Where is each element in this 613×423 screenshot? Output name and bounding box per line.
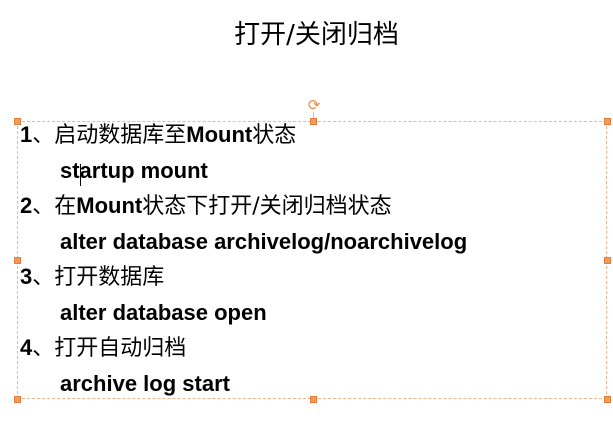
step-text: 打开自动归档 bbox=[54, 336, 187, 361]
step-1-line: 1、启动数据库至Mount状态 bbox=[20, 120, 296, 150]
step-text: 状态下打开/关闭归档状态 bbox=[142, 194, 392, 219]
step-separator: 、 bbox=[32, 336, 55, 361]
resize-handle-bottom-middle[interactable] bbox=[310, 396, 317, 403]
resize-handle-bottom-right[interactable] bbox=[604, 396, 611, 403]
step-number: 4 bbox=[20, 335, 33, 360]
step-2-command: alter database archivelog/noarchivelog bbox=[60, 229, 468, 254]
text-caret bbox=[80, 164, 81, 186]
step-text: 在 bbox=[54, 194, 77, 219]
step-text: 状态 bbox=[252, 123, 297, 148]
step-text-bold: Mount bbox=[186, 122, 253, 147]
step-text: 打开数据库 bbox=[54, 265, 165, 290]
step-number: 1 bbox=[20, 122, 33, 147]
step-text-bold: Mount bbox=[76, 193, 143, 218]
step-4-line: 4、打开自动归档 bbox=[20, 333, 186, 363]
step-2-line: 2、在Mount状态下打开/关闭归档状态 bbox=[20, 191, 392, 221]
resize-handle-bottom-left[interactable] bbox=[14, 396, 21, 403]
resize-handle-top-right[interactable] bbox=[604, 118, 611, 125]
step-text: 启动数据库至 bbox=[54, 123, 187, 148]
step-3-command: alter database open bbox=[60, 300, 267, 325]
step-separator: 、 bbox=[32, 123, 55, 148]
step-separator: 、 bbox=[32, 194, 55, 219]
resize-handle-top-middle[interactable] bbox=[310, 118, 317, 125]
rotate-icon[interactable]: ⟳ bbox=[306, 97, 322, 113]
step-4-command: archive log start bbox=[60, 371, 230, 396]
slide-title: 打开/关闭归档 bbox=[234, 20, 399, 50]
step-3-line: 3、打开数据库 bbox=[20, 262, 164, 292]
step-separator: 、 bbox=[32, 265, 55, 290]
step-number: 3 bbox=[20, 264, 33, 289]
step-1-command: startup mount bbox=[60, 158, 208, 183]
step-number: 2 bbox=[20, 193, 33, 218]
resize-handle-middle-right[interactable] bbox=[604, 257, 611, 264]
